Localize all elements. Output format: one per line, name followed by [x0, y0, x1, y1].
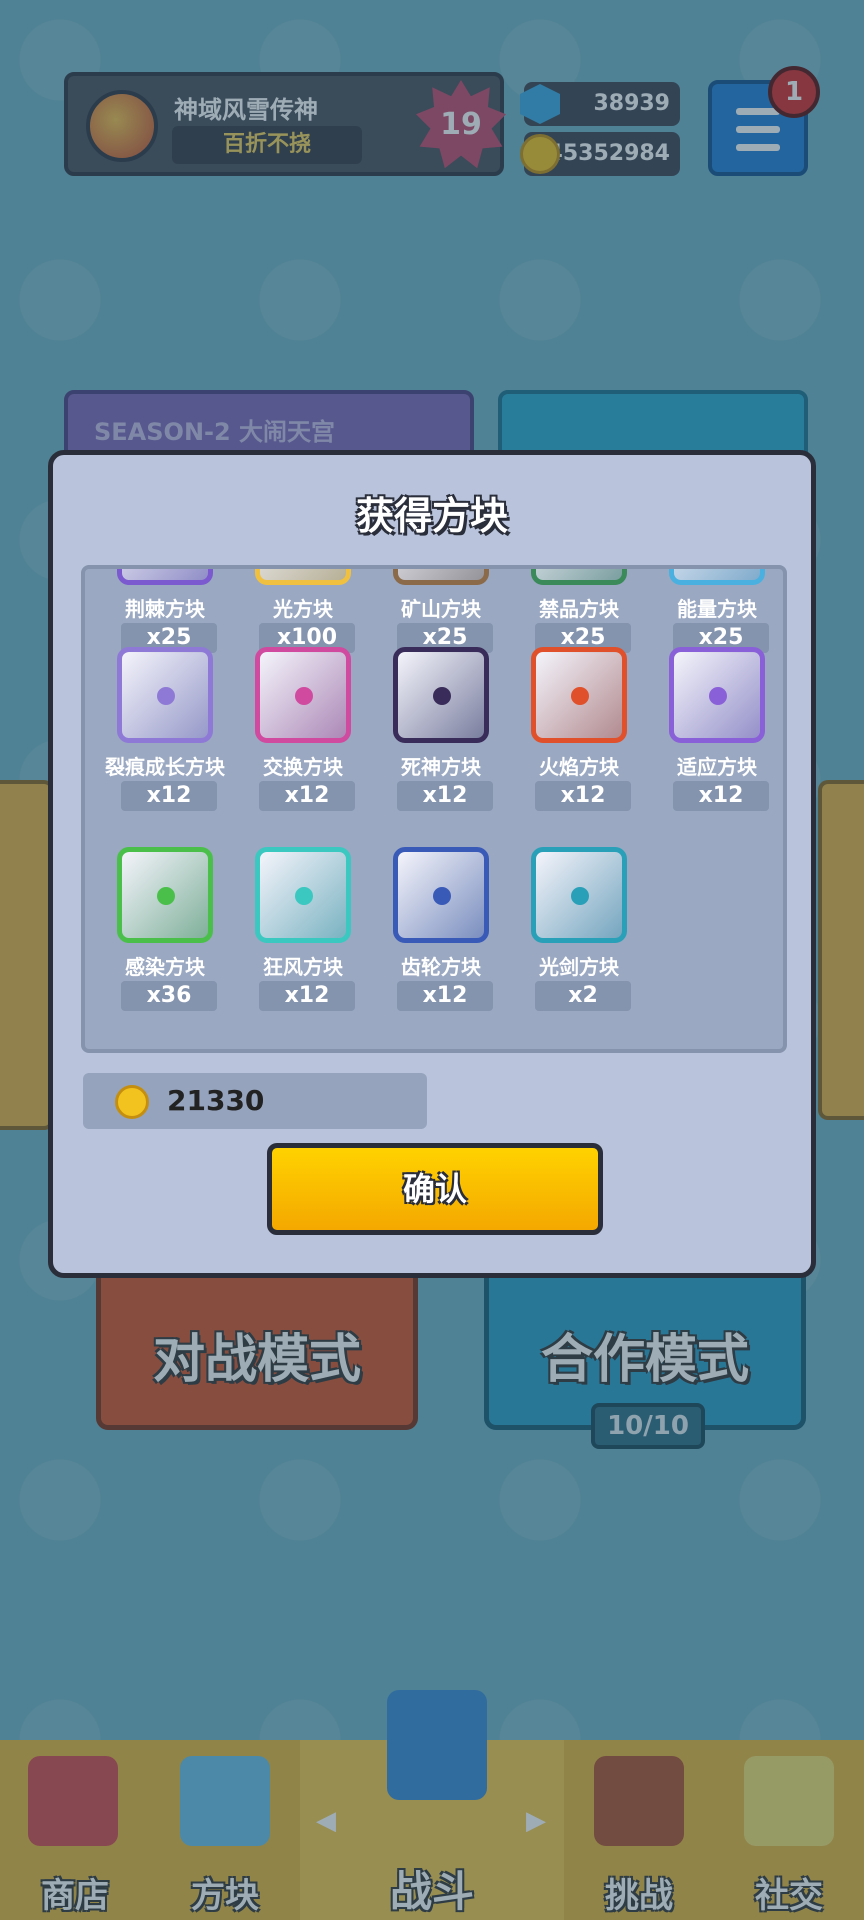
block-name: 狂风方块 — [263, 955, 343, 979]
block-icon — [531, 569, 627, 585]
block-name: 光方块 — [273, 597, 333, 621]
block-name: 禁品方块 — [539, 597, 619, 621]
block-quantity: x12 — [397, 981, 493, 1011]
block-icon — [531, 847, 627, 943]
block-dot-icon — [295, 887, 313, 905]
block-dot-icon — [157, 687, 175, 705]
block-icon — [531, 647, 627, 743]
block-quantity: x12 — [121, 781, 217, 811]
gold-value: 21330 — [167, 1084, 265, 1117]
block-name: 适应方块 — [677, 755, 757, 779]
block-icon — [117, 647, 213, 743]
block-quantity: x12 — [259, 981, 355, 1011]
block-icon — [393, 569, 489, 585]
block-name: 荆棘方块 — [125, 597, 205, 621]
block-name: 齿轮方块 — [401, 955, 481, 979]
block-name: 能量方块 — [677, 597, 757, 621]
gold-reward: 21330 — [83, 1073, 427, 1129]
block-name: 感染方块 — [125, 955, 205, 979]
block-dot-icon — [709, 687, 727, 705]
confirm-button[interactable]: 确认 — [267, 1143, 603, 1235]
block-dot-icon — [295, 687, 313, 705]
reward-dialog: 获得方块 荆棘方块 x25 光方块 x100 矿山方块 x25 禁品方块 x25 能量方块 x25… — [48, 450, 816, 1278]
block-icon — [255, 569, 351, 585]
block-icon — [117, 847, 213, 943]
block-grid[interactable]: 荆棘方块 x25 光方块 x100 矿山方块 x25 禁品方块 x25 能量方块 x25 裂痕成长方… — [81, 565, 787, 1053]
block-name: 火焰方块 — [539, 755, 619, 779]
coin-icon — [115, 1085, 149, 1119]
block-dot-icon — [433, 687, 451, 705]
block-icon — [117, 569, 213, 585]
block-name: 光剑方块 — [539, 955, 619, 979]
block-icon — [255, 847, 351, 943]
block-dot-icon — [433, 887, 451, 905]
block-icon — [393, 847, 489, 943]
block-icon — [255, 647, 351, 743]
block-quantity: x12 — [673, 781, 769, 811]
block-icon — [669, 569, 765, 585]
block-quantity: x2 — [535, 981, 631, 1011]
block-name: 交换方块 — [263, 755, 343, 779]
block-name: 裂痕成长方块 — [105, 755, 225, 779]
block-icon — [393, 647, 489, 743]
block-quantity: x12 — [535, 781, 631, 811]
block-quantity: x12 — [397, 781, 493, 811]
block-name: 矿山方块 — [401, 597, 481, 621]
block-quantity: x12 — [259, 781, 355, 811]
block-quantity: x36 — [121, 981, 217, 1011]
block-dot-icon — [571, 687, 589, 705]
dialog-title: 获得方块 — [355, 494, 508, 538]
block-name: 死神方块 — [401, 755, 481, 779]
block-dot-icon — [571, 887, 589, 905]
block-dot-icon — [157, 887, 175, 905]
block-icon — [669, 647, 765, 743]
